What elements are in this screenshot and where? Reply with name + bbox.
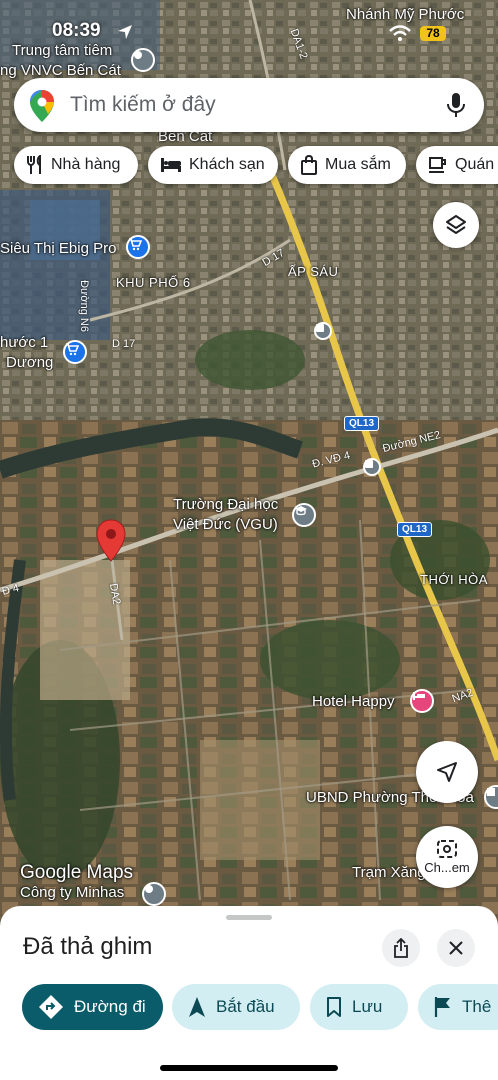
sheet-title: Đã thả ghim [23, 933, 153, 960]
start-button[interactable]: Bắt đầu [172, 984, 300, 1030]
highway-shield-ql13: QL13 [344, 416, 380, 431]
vaccine-center-pin-icon[interactable] [131, 48, 155, 72]
wifi-icon [389, 25, 411, 41]
navigation-arrow-icon [189, 997, 205, 1017]
highway-shield-ql13-south: QL13 [397, 522, 433, 537]
area-label-ap-sau: ẤP SÁU [288, 264, 339, 279]
google-maps-watermark: Google Maps [20, 862, 134, 883]
place-label-viet-duc[interactable]: Việt Đức (VGU) [173, 516, 278, 533]
chip-cafe[interactable]: Quán [416, 146, 498, 184]
chip-label: Nhà hàng [51, 156, 121, 173]
microphone-icon[interactable] [446, 92, 466, 118]
close-icon [449, 941, 463, 955]
save-button[interactable]: Lưu [310, 984, 408, 1030]
drag-handle[interactable] [226, 915, 272, 920]
search-bar[interactable]: Tìm kiếm ở đây [14, 78, 484, 132]
search-input[interactable]: Tìm kiếm ở đây [70, 93, 216, 117]
directions-button[interactable]: Đường đi [22, 984, 163, 1030]
action-label: Thê [462, 997, 492, 1016]
share-icon [394, 938, 408, 958]
cafe-icon [429, 157, 446, 173]
directions-icon [39, 995, 63, 1019]
place-label-phuoc-1[interactable]: hước 1 [0, 334, 48, 351]
street-view-button[interactable]: Ch...em [416, 826, 478, 888]
company-pin-icon[interactable] [142, 882, 166, 906]
area-label-thoi-hoa: THỚI HÒA [420, 572, 488, 587]
layers-button[interactable] [433, 202, 479, 248]
layers-icon [446, 215, 466, 234]
place-label-cong-ty-minhas[interactable]: Công ty Minhas [20, 884, 124, 901]
shopping-cart-pin-icon-2[interactable] [63, 340, 87, 364]
my-location-button[interactable] [416, 741, 478, 803]
chip-label: Quán [455, 156, 495, 173]
school-pin-icon[interactable] [292, 503, 316, 527]
battery-indicator: 78 [420, 26, 446, 41]
close-button[interactable] [437, 929, 475, 967]
google-maps-logo-icon [30, 90, 54, 122]
place-label-duong[interactable]: Dương [6, 354, 53, 371]
flag-icon [434, 997, 450, 1017]
place-label-sieu-thi-ebig[interactable]: Siêu Thị Ebig Pro [0, 240, 116, 257]
action-label: Lưu [352, 997, 383, 1016]
place-label-hotel-happy[interactable]: Hotel Happy [312, 693, 395, 710]
hotel-icon [161, 158, 181, 172]
shopping-cart-pin-icon[interactable] [126, 235, 150, 259]
bus-stop-icon[interactable] [314, 322, 332, 340]
action-label: Đường đi [74, 997, 146, 1016]
bottom-sheet[interactable]: Đã thả ghim Đường đi Bắt đầu Lưu Thê [0, 906, 498, 1080]
chip-shopping[interactable]: Mua sắm [288, 146, 406, 184]
road-label-duong-n6: Đường N6 [77, 280, 90, 332]
bus-stop-icon-2[interactable] [363, 458, 381, 476]
home-indicator[interactable] [160, 1065, 338, 1071]
street-view-icon [437, 840, 457, 858]
area-label-khu-pho-6: KHU PHỐ 6 [116, 275, 191, 290]
navigation-arrow-icon [437, 762, 457, 782]
chip-label: Mua sắm [325, 156, 391, 173]
add-label-button[interactable]: Thê [418, 984, 498, 1030]
chip-restaurants[interactable]: Nhà hàng [14, 146, 138, 184]
place-label-truong-dai-hoc[interactable]: Trường Đại học [173, 496, 278, 513]
road-label-d17-west: D 17 [112, 338, 136, 350]
dropped-pin-icon[interactable] [96, 519, 126, 563]
chip-hotels[interactable]: Khách sạn [148, 146, 278, 184]
action-label: Bắt đầu [216, 997, 275, 1016]
bookmark-icon [327, 997, 341, 1017]
place-label-trung-tam-tiem[interactable]: Trung tâm tiêm [12, 42, 112, 59]
place-label-nhanh-my-phuoc[interactable]: Nhánh Mỹ Phước [346, 6, 464, 23]
place-label-vnvc-ben-cat[interactable]: ng VNVC Bến Cát [0, 62, 121, 79]
hotel-pin-icon[interactable] [410, 689, 434, 713]
share-button[interactable] [382, 929, 420, 967]
status-time: 08:39 [52, 20, 101, 41]
shopping-icon [301, 155, 317, 175]
location-arrow-icon [118, 25, 132, 39]
chip-label: Khách sạn [189, 156, 265, 173]
restaurant-icon [27, 155, 41, 174]
street-view-label: Ch...em [424, 860, 470, 875]
